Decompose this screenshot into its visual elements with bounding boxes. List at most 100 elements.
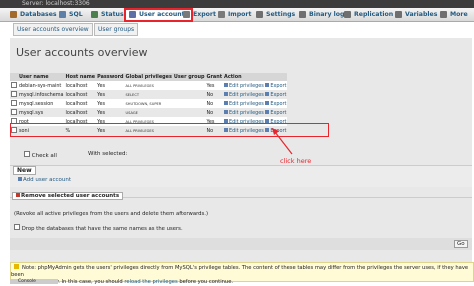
tab-binary-log[interactable]: Binary log <box>299 9 344 20</box>
cell-group <box>172 108 206 117</box>
reload-privileges-link[interactable]: reload the privileges <box>124 279 177 285</box>
tab-sql[interactable]: SQL <box>59 9 83 20</box>
tab-label: Replication <box>354 11 394 18</box>
cell-privileges: SHUTDOWN, SUPER <box>124 99 173 108</box>
row-checkbox[interactable] <box>11 99 17 106</box>
add-user-account-link[interactable]: Add user account <box>18 177 71 183</box>
status-icon <box>91 10 98 18</box>
cell-grant: No <box>205 108 224 117</box>
header-checkbox <box>10 73 18 81</box>
root-row-highlight <box>10 123 329 137</box>
binary-log-icon <box>299 10 306 18</box>
cell-user: mysql.sys <box>18 108 65 117</box>
notice-box: Note: phpMyAdmin gets the users' privile… <box>10 262 474 285</box>
header-user-name: User name <box>18 73 65 81</box>
edit-privileges-link[interactable]: Edit privileges <box>229 110 264 116</box>
cell-host: localhost <box>64 90 97 99</box>
drop-databases-checkbox[interactable] <box>14 224 20 230</box>
tab-replication[interactable]: Replication <box>344 9 393 20</box>
export-link[interactable]: Export <box>270 101 286 107</box>
row-checkbox[interactable] <box>11 90 17 97</box>
header-host-name: Host name <box>64 73 97 81</box>
replication-icon <box>344 10 351 18</box>
new-legend: New <box>13 166 36 175</box>
window-titlebar: Server: localhost:3306 <box>0 0 474 8</box>
tab-label: SQL <box>69 11 83 18</box>
cell-password: Yes <box>96 108 125 117</box>
header-user-group: User group <box>172 73 206 81</box>
cell-host: localhost <box>64 99 97 108</box>
revoke-description: (Revoke all active privileges from the u… <box>14 211 209 217</box>
export-link[interactable]: Export <box>270 83 286 89</box>
new-fieldset <box>10 165 472 187</box>
sql-icon <box>59 10 66 18</box>
cell-user: debian-sys-maint <box>18 81 65 90</box>
cell-privileges: ALL PRIVILEGES <box>124 81 173 90</box>
import-icon <box>218 10 225 18</box>
tab-label: User accounts <box>139 11 189 18</box>
edit-privileges-link[interactable]: Edit privileges <box>229 92 264 98</box>
users-icon <box>129 10 136 18</box>
drop-databases-label: Drop the databases that have the same na… <box>21 226 183 232</box>
cell-privileges: SELECT <box>124 90 173 99</box>
export-link[interactable]: Export <box>270 92 286 98</box>
table-row: debian-sys-maint localhost Yes ALL PRIVI… <box>10 81 288 90</box>
cell-group <box>172 81 206 90</box>
edit-icon <box>224 109 229 114</box>
note-line-1: Note: phpMyAdmin gets the users' privile… <box>11 265 469 278</box>
table-row: mysql.session localhost Yes SHUTDOWN, SU… <box>10 99 288 108</box>
check-all-label: Check all <box>31 153 57 159</box>
add-user-icon <box>18 177 22 181</box>
warning-icon <box>14 264 19 269</box>
row-checkbox[interactable] <box>11 108 17 115</box>
edit-icon <box>224 118 229 123</box>
row-checkbox[interactable] <box>11 81 17 88</box>
cell-user: mysql.session <box>18 99 65 108</box>
tab-databases[interactable]: Databases <box>10 9 57 20</box>
edit-privileges-link[interactable]: Edit privileges <box>229 101 264 107</box>
go-bar <box>10 238 472 250</box>
drop-databases-option[interactable]: Drop the databases that have the same na… <box>14 224 183 232</box>
subtab-user-groups[interactable]: User groups <box>94 23 139 36</box>
tab-label: Settings <box>266 11 296 18</box>
tab-settings[interactable]: Settings <box>256 9 295 20</box>
tab-variables[interactable]: Variables <box>395 9 437 20</box>
export-icon <box>265 82 270 87</box>
tab-import[interactable]: Import <box>218 9 251 20</box>
export-icon <box>265 100 270 105</box>
export-icon <box>265 118 270 123</box>
header-grant: Grant <box>205 73 224 81</box>
edit-icon <box>224 82 229 87</box>
cell-password: Yes <box>96 81 125 90</box>
note-line-2b: before you continue. <box>177 279 234 285</box>
console-tab[interactable]: Console <box>10 279 58 284</box>
annotation-label: click here <box>280 157 312 165</box>
with-selected-label: With selected: <box>88 151 128 157</box>
header-action: Action <box>223 73 288 81</box>
top-nav: Databases SQL Status User accounts Expor… <box>0 8 474 22</box>
edit-icon <box>224 100 229 105</box>
table-row: mysql.infoschema localhost Yes SELECT No… <box>10 90 288 99</box>
tab-more[interactable]: More <box>440 9 468 20</box>
cell-password: Yes <box>96 90 125 99</box>
check-all[interactable]: Check all <box>24 151 57 159</box>
edit-privileges-link[interactable]: Edit privileges <box>229 83 264 89</box>
tab-export[interactable]: Export <box>183 9 216 20</box>
subtab-user-accounts-overview[interactable]: User accounts overview <box>13 23 93 36</box>
header-password: Password <box>96 73 125 81</box>
export-link[interactable]: Export <box>270 110 286 116</box>
tab-status[interactable]: Status <box>91 9 124 20</box>
cell-privileges: USAGE <box>124 108 173 117</box>
window-title: Server: localhost:3306 <box>22 0 90 7</box>
cell-user: mysql.infoschema <box>18 90 65 99</box>
database-icon <box>10 10 17 18</box>
check-all-checkbox[interactable] <box>24 151 30 157</box>
page-title: User accounts overview <box>16 46 148 59</box>
go-button[interactable]: Go <box>454 240 468 248</box>
remove-legend-label: Remove selected user accounts <box>21 193 120 199</box>
header-global-privileges: Global privileges <box>124 73 173 81</box>
more-icon <box>440 10 447 18</box>
tab-label: Databases <box>20 11 57 18</box>
tab-label: Binary log <box>309 11 345 18</box>
cell-host: localhost <box>64 81 97 90</box>
